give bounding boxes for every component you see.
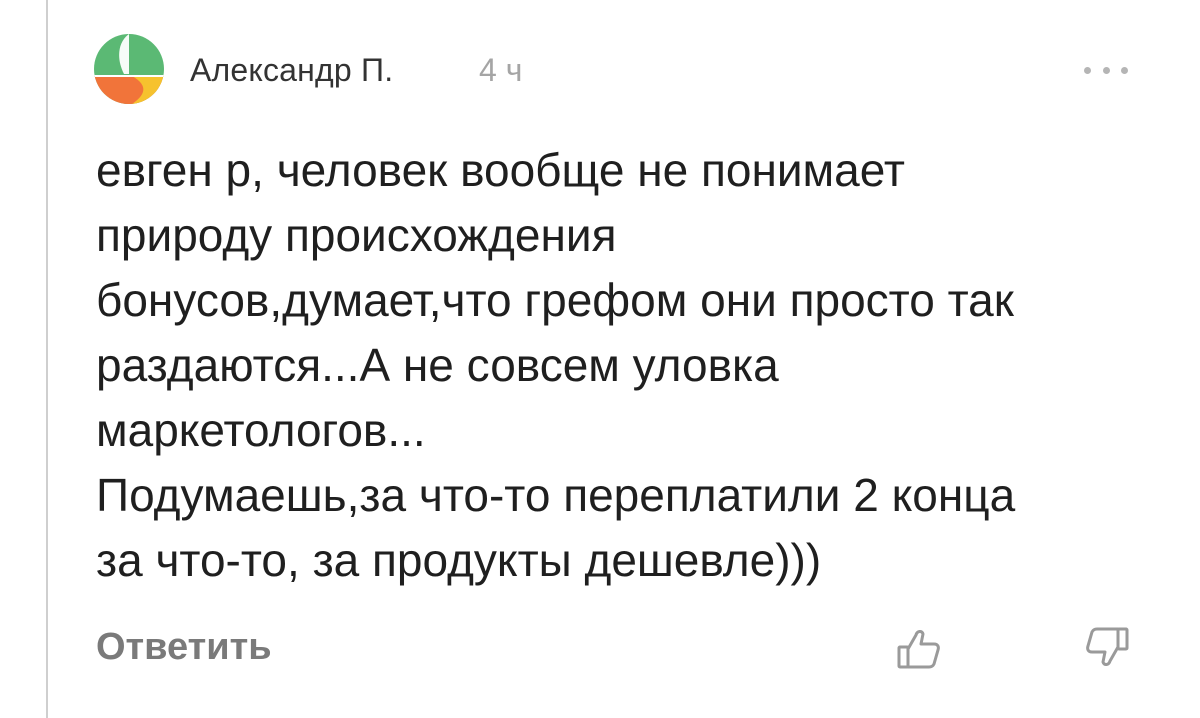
comment-line: раздаются...А не совсем уловка (96, 339, 779, 391)
comment-page: Александр П. 4 ч евген р, человек вообще… (0, 0, 1200, 718)
dot (1121, 66, 1128, 74)
comment-line: за что-то, за продукты дешевле))) (96, 534, 822, 586)
comment-line: бонусов,думает,что грефом они просто так (96, 274, 1014, 326)
dot (1084, 66, 1091, 74)
more-dots-icon[interactable] (1084, 60, 1128, 80)
comment-line: природу происхождения (96, 209, 617, 261)
comment-body: евген р, человек вообще не понимает прир… (96, 138, 1186, 593)
thumbs-up-icon[interactable] (896, 625, 942, 671)
comment-line: евген р, человек вообще не понимает (96, 144, 905, 196)
comment-line: маркетологов... (96, 404, 426, 456)
dot (1102, 66, 1110, 74)
reply-button[interactable]: Ответить (96, 626, 272, 669)
comment-line: Подумаешь,за что-то переплатили 2 конца (96, 469, 1016, 521)
avatar-image (94, 34, 164, 104)
comment-time: 4 ч (479, 52, 523, 88)
thumbs-down-icon[interactable] (1084, 625, 1130, 671)
thread-line (46, 0, 48, 718)
avatar[interactable] (94, 34, 164, 104)
author-name[interactable]: Александр П. (190, 52, 393, 89)
